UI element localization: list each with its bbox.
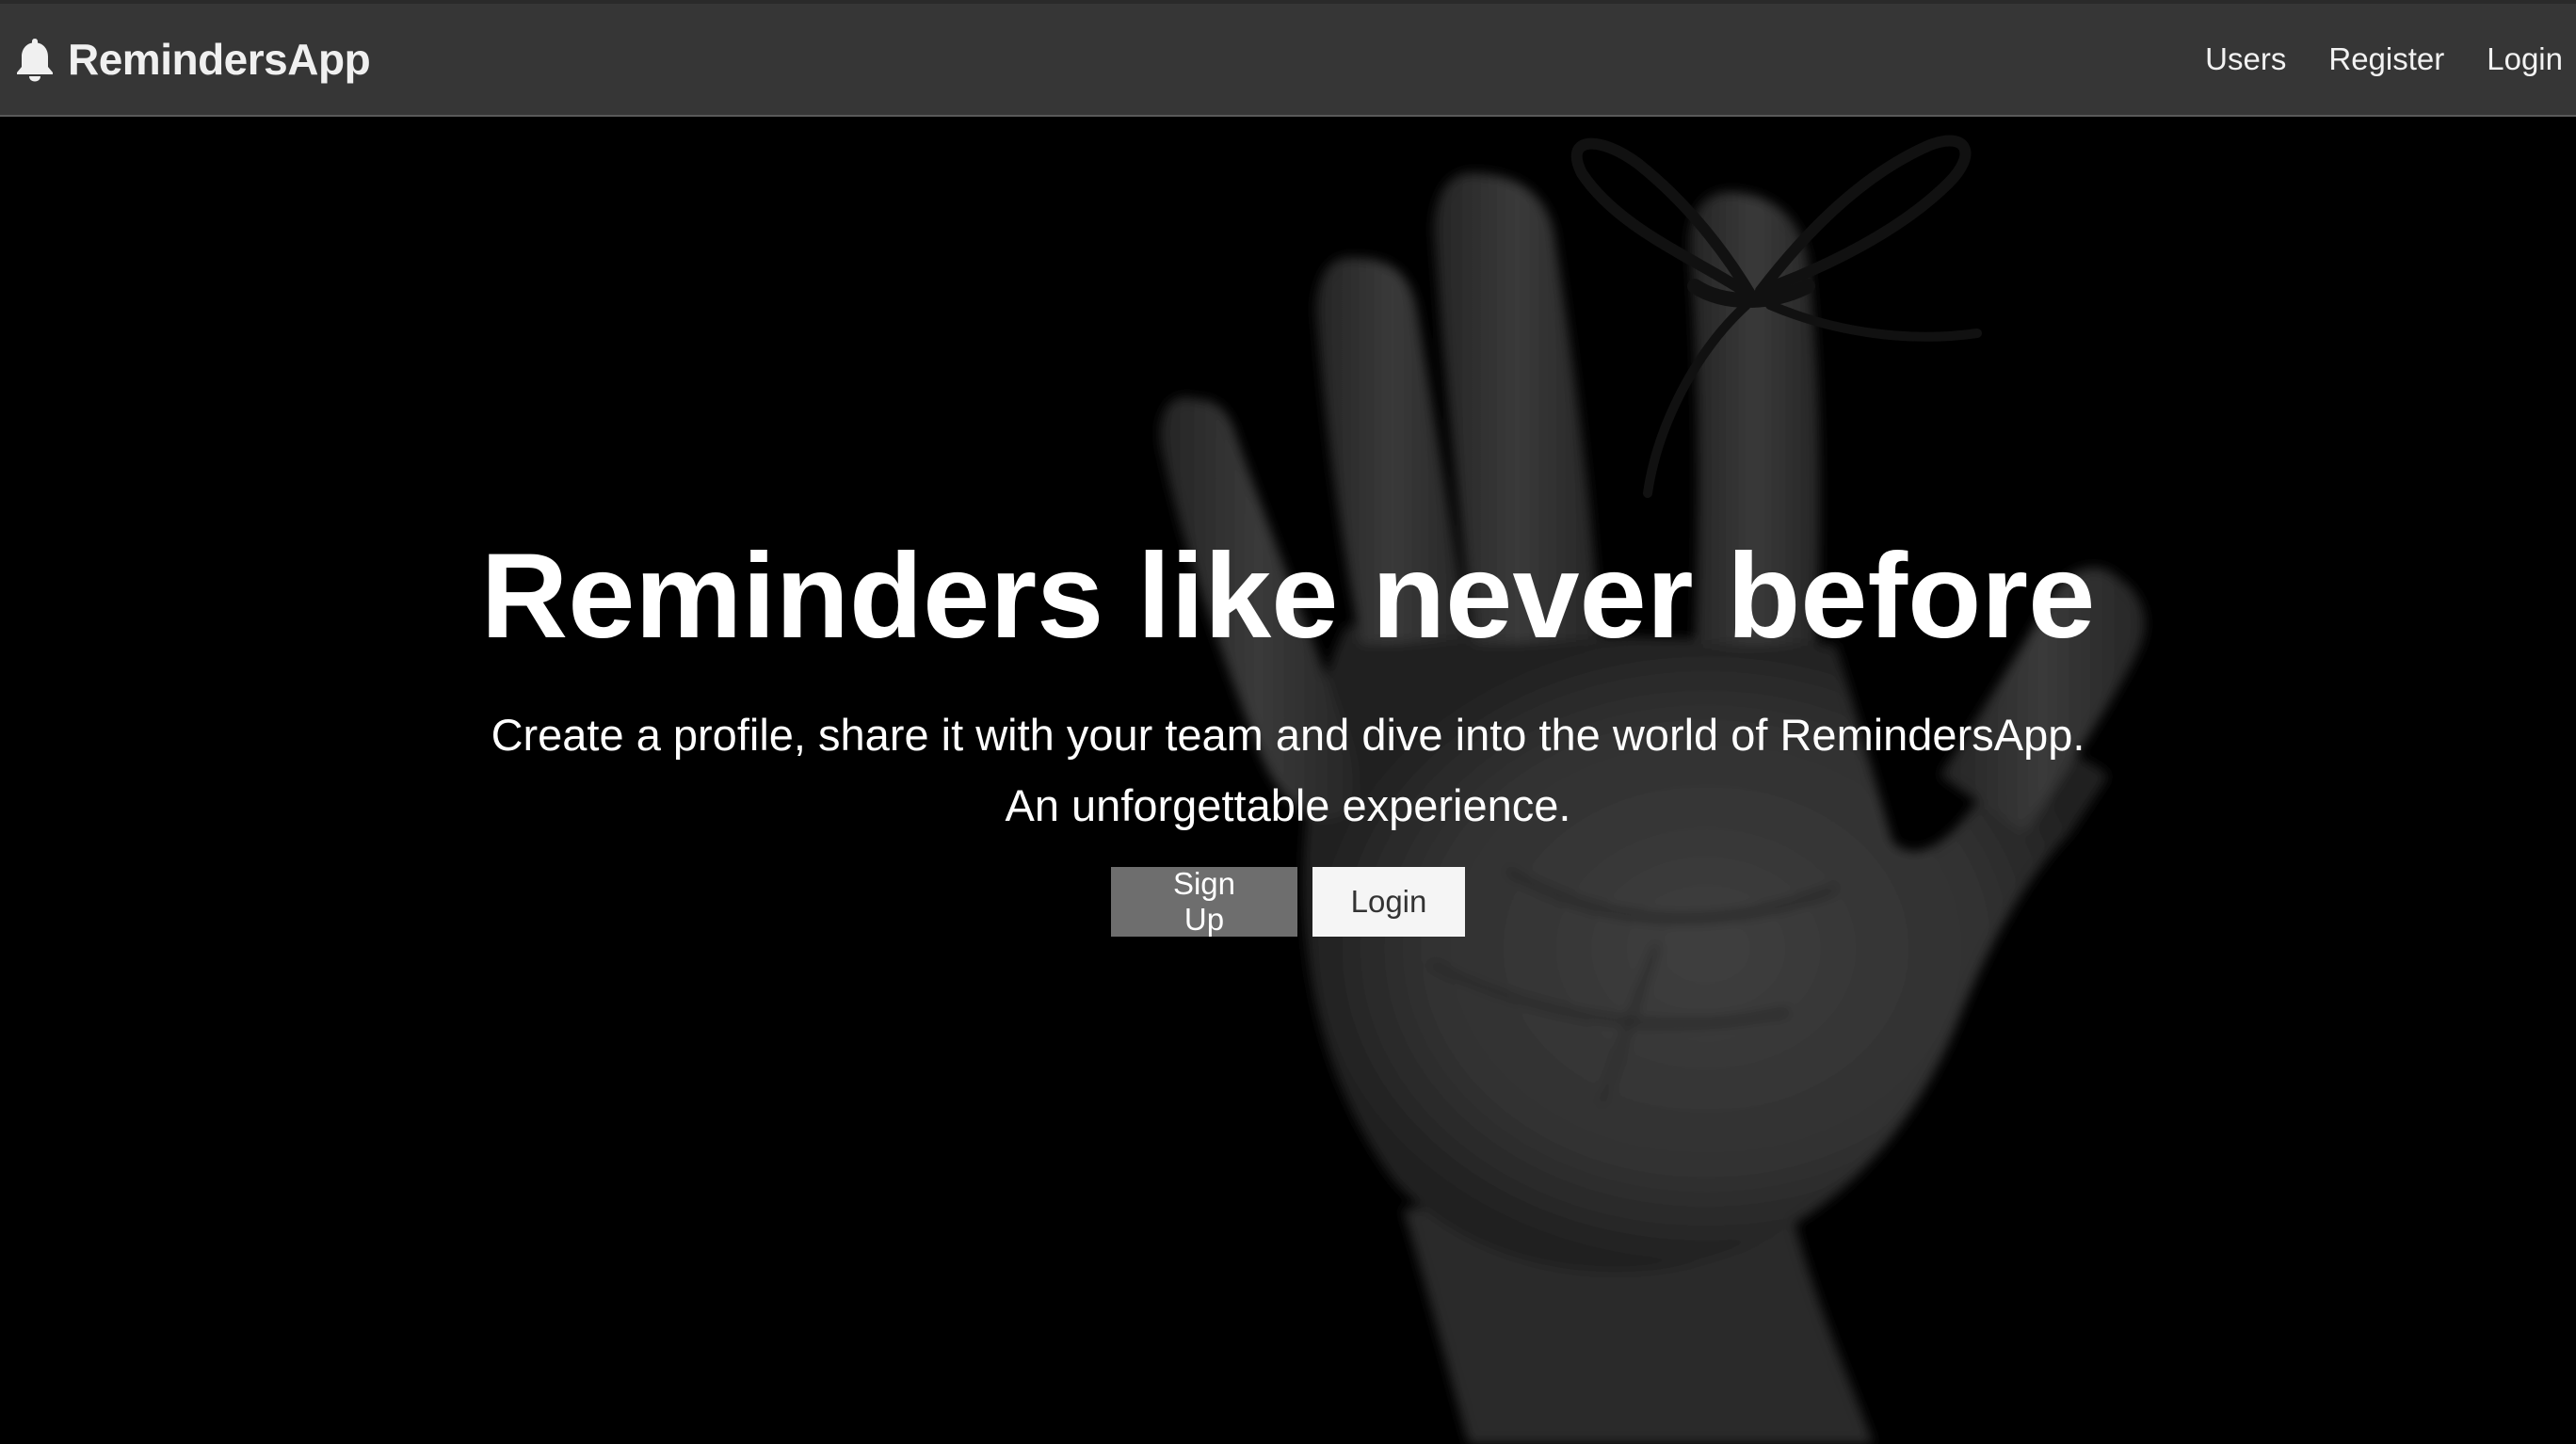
brand-name: RemindersApp: [68, 35, 371, 84]
hero-title: Reminders like never before: [480, 529, 2096, 664]
hero-content: Reminders like never before Create a pro…: [0, 529, 2576, 937]
hero-subtitle-line: Create a profile, share it with your tea…: [491, 709, 2085, 760]
nav-links: Users Register Login: [2163, 4, 2563, 115]
brand-link[interactable]: RemindersApp: [15, 4, 371, 115]
nav-link-register[interactable]: Register: [2328, 41, 2444, 77]
nav-link-users[interactable]: Users: [2205, 41, 2286, 77]
signup-button[interactable]: Sign Up: [1111, 866, 1297, 937]
hero-section: Reminders like never before Create a pro…: [0, 117, 2576, 1444]
hero-buttons: Sign Up Login: [0, 866, 2576, 937]
nav-link-login[interactable]: Login: [2487, 41, 2563, 77]
navbar: RemindersApp Users Register Login: [0, 0, 2576, 117]
page: RemindersApp Users Register Login Remind…: [0, 0, 2576, 1444]
login-button[interactable]: Login: [1312, 866, 1465, 937]
bell-icon: [15, 37, 55, 82]
hero-subtitle: Create a profile, share it with your tea…: [0, 699, 2576, 841]
hero-subtitle-line: An unforgettable experience.: [1005, 779, 1571, 830]
